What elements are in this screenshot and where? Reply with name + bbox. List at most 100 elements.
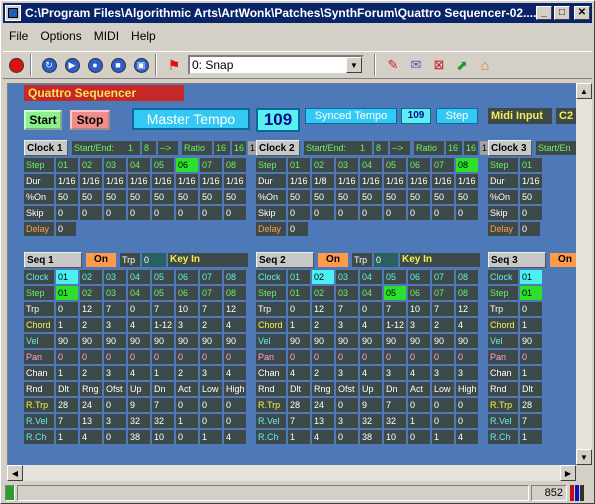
seq-rch-cell[interactable]: 0 [104, 430, 126, 444]
seq-rvel-cell[interactable]: 13 [312, 414, 334, 428]
seq-rch-cell[interactable]: 1 [56, 430, 78, 444]
seq-step-cell[interactable]: 08 [456, 286, 478, 300]
clock-step-cell[interactable]: 08 [224, 158, 246, 172]
clock-dur-cell[interactable]: 1/16 [152, 174, 174, 188]
clock-skip-cell[interactable]: 0 [224, 206, 246, 220]
clock-skip-cell[interactable]: 0 [312, 206, 334, 220]
seq-clock-cell[interactable]: 06 [408, 270, 430, 284]
seq-clock-cell[interactable]: 02 [80, 270, 102, 284]
clock-skip-cell[interactable]: 0 [456, 206, 478, 220]
seq-chan-cell[interactable]: 4 [128, 366, 150, 380]
clock-skip-cell[interactable]: 0 [520, 206, 542, 220]
seq-step-cell[interactable]: 01 [288, 286, 310, 300]
clock-dur-cell[interactable]: 1/16 [224, 174, 246, 188]
clock-step-cell[interactable]: 04 [128, 158, 150, 172]
seq-pan-cell[interactable]: 0 [176, 350, 198, 364]
seq-trp-cell[interactable]: 7 [432, 302, 454, 316]
seq-rvel-cell[interactable]: 13 [80, 414, 102, 428]
seq-key-in-label[interactable]: Key In [168, 253, 248, 267]
clock-skip-cell[interactable]: 0 [128, 206, 150, 220]
seq-chan-cell[interactable]: 3 [336, 366, 358, 380]
seq-rnd-cell[interactable]: Dlt [56, 382, 78, 396]
horizontal-scrollbar[interactable]: ◀ ▶ [7, 465, 576, 481]
seq-pan-cell[interactable]: 0 [152, 350, 174, 364]
clock-dur-cell[interactable]: 1/16 [128, 174, 150, 188]
minimize-button[interactable]: _ [536, 6, 552, 20]
clock-dur-cell[interactable]: 1/16 [520, 174, 542, 188]
seq-trp-cell[interactable]: 0 [288, 302, 310, 316]
seq-vel-cell[interactable]: 90 [288, 334, 310, 348]
seq-rvel-cell[interactable]: 0 [200, 414, 222, 428]
seq-trp-value[interactable]: 0 [142, 253, 166, 267]
seq-step-cell[interactable]: 04 [360, 286, 382, 300]
seq-pan-cell[interactable]: 0 [80, 350, 102, 364]
seq-step-cell[interactable]: 08 [224, 286, 246, 300]
seq-chan-cell[interactable]: 2 [80, 366, 102, 380]
clock-step-cell[interactable]: 07 [432, 158, 454, 172]
snap-select[interactable]: 0: Snap ▼ [188, 55, 364, 75]
clock-on-cell[interactable]: 50 [80, 190, 102, 204]
seq-rch-cell[interactable]: 10 [152, 430, 174, 444]
seq-step-cell[interactable]: 02 [312, 286, 334, 300]
clock-dur-cell[interactable]: 1/16 [408, 174, 430, 188]
seq-clock-cell[interactable]: 05 [152, 270, 174, 284]
seq-rtrp-cell[interactable]: 9 [128, 398, 150, 412]
seq-rvel-cell[interactable]: 3 [104, 414, 126, 428]
seq-pan-cell[interactable]: 0 [288, 350, 310, 364]
seq-rtrp-cell[interactable]: 0 [432, 398, 454, 412]
seq-vel-cell[interactable]: 90 [152, 334, 174, 348]
seq-rvel-cell[interactable]: 7 [56, 414, 78, 428]
chat-icon[interactable]: ✉ [406, 55, 426, 75]
seq-rch-cell[interactable]: 4 [224, 430, 246, 444]
seq-rnd-cell[interactable]: Rng [80, 382, 102, 396]
seq-step-cell[interactable]: 02 [80, 286, 102, 300]
seq-trp-cell[interactable]: 7 [200, 302, 222, 316]
scroll-right-icon[interactable]: ▶ [560, 465, 576, 481]
seq-step-cell[interactable]: 03 [104, 286, 126, 300]
seq-rvel-cell[interactable]: 32 [384, 414, 406, 428]
seq-vel-cell[interactable]: 90 [408, 334, 430, 348]
tempo-value[interactable]: 109 [256, 108, 300, 132]
seq-trp-cell[interactable]: 12 [224, 302, 246, 316]
seq-chan-cell[interactable]: 3 [432, 366, 454, 380]
clock-on-cell[interactable]: 50 [336, 190, 358, 204]
seq-rnd-cell[interactable]: Ofst [104, 382, 126, 396]
clock-ratio-1[interactable]: 16 [214, 141, 230, 155]
clock-dur-cell[interactable]: 1/16 [288, 174, 310, 188]
seq-rtrp-cell[interactable]: 7 [152, 398, 174, 412]
menu-help[interactable]: Help [125, 29, 162, 43]
seq-rtrp-cell[interactable]: 0 [200, 398, 222, 412]
clock-delay-value[interactable]: 0 [56, 222, 76, 236]
clock-skip-cell[interactable]: 0 [384, 206, 406, 220]
seq-chord-cell[interactable]: 3 [104, 318, 126, 332]
seq-rvel-cell[interactable]: 32 [128, 414, 150, 428]
clock-end-value[interactable]: 8 [374, 141, 388, 155]
scroll-down-icon[interactable]: ▼ [576, 449, 592, 465]
seq-vel-cell[interactable]: 90 [432, 334, 454, 348]
seq-rvel-cell[interactable]: 32 [360, 414, 382, 428]
record-icon[interactable] [6, 55, 26, 75]
seq-pan-cell[interactable]: 0 [56, 350, 78, 364]
seq-vel-cell[interactable]: 90 [176, 334, 198, 348]
seq-rnd-cell[interactable]: Ofst [336, 382, 358, 396]
seq-chan-cell[interactable]: 3 [200, 366, 222, 380]
seq-rtrp-cell[interactable]: 0 [224, 398, 246, 412]
seq-clock-cell[interactable]: 02 [312, 270, 334, 284]
seq-trp-cell[interactable]: 10 [408, 302, 430, 316]
seq-rnd-cell[interactable]: High [224, 382, 246, 396]
seq-rvel-cell[interactable]: 7 [520, 414, 542, 428]
seq-clock-cell[interactable]: 08 [456, 270, 478, 284]
seq-step-cell[interactable]: 01 [56, 286, 78, 300]
clock-ratio-2[interactable]: 16 [464, 141, 478, 155]
seq-rnd-cell[interactable]: Low [432, 382, 454, 396]
clock-skip-cell[interactable]: 0 [176, 206, 198, 220]
seq-pan-cell[interactable]: 0 [408, 350, 430, 364]
seq-pan-cell[interactable]: 0 [312, 350, 334, 364]
menu-file[interactable]: File [3, 29, 34, 43]
seq-chan-cell[interactable]: 1 [152, 366, 174, 380]
seq-vel-cell[interactable]: 90 [336, 334, 358, 348]
clock-on-cell[interactable]: 50 [200, 190, 222, 204]
seq-chan-cell[interactable]: 1 [56, 366, 78, 380]
seq-step-cell[interactable]: 05 [384, 286, 406, 300]
seq-trp-cell[interactable]: 0 [520, 302, 542, 316]
